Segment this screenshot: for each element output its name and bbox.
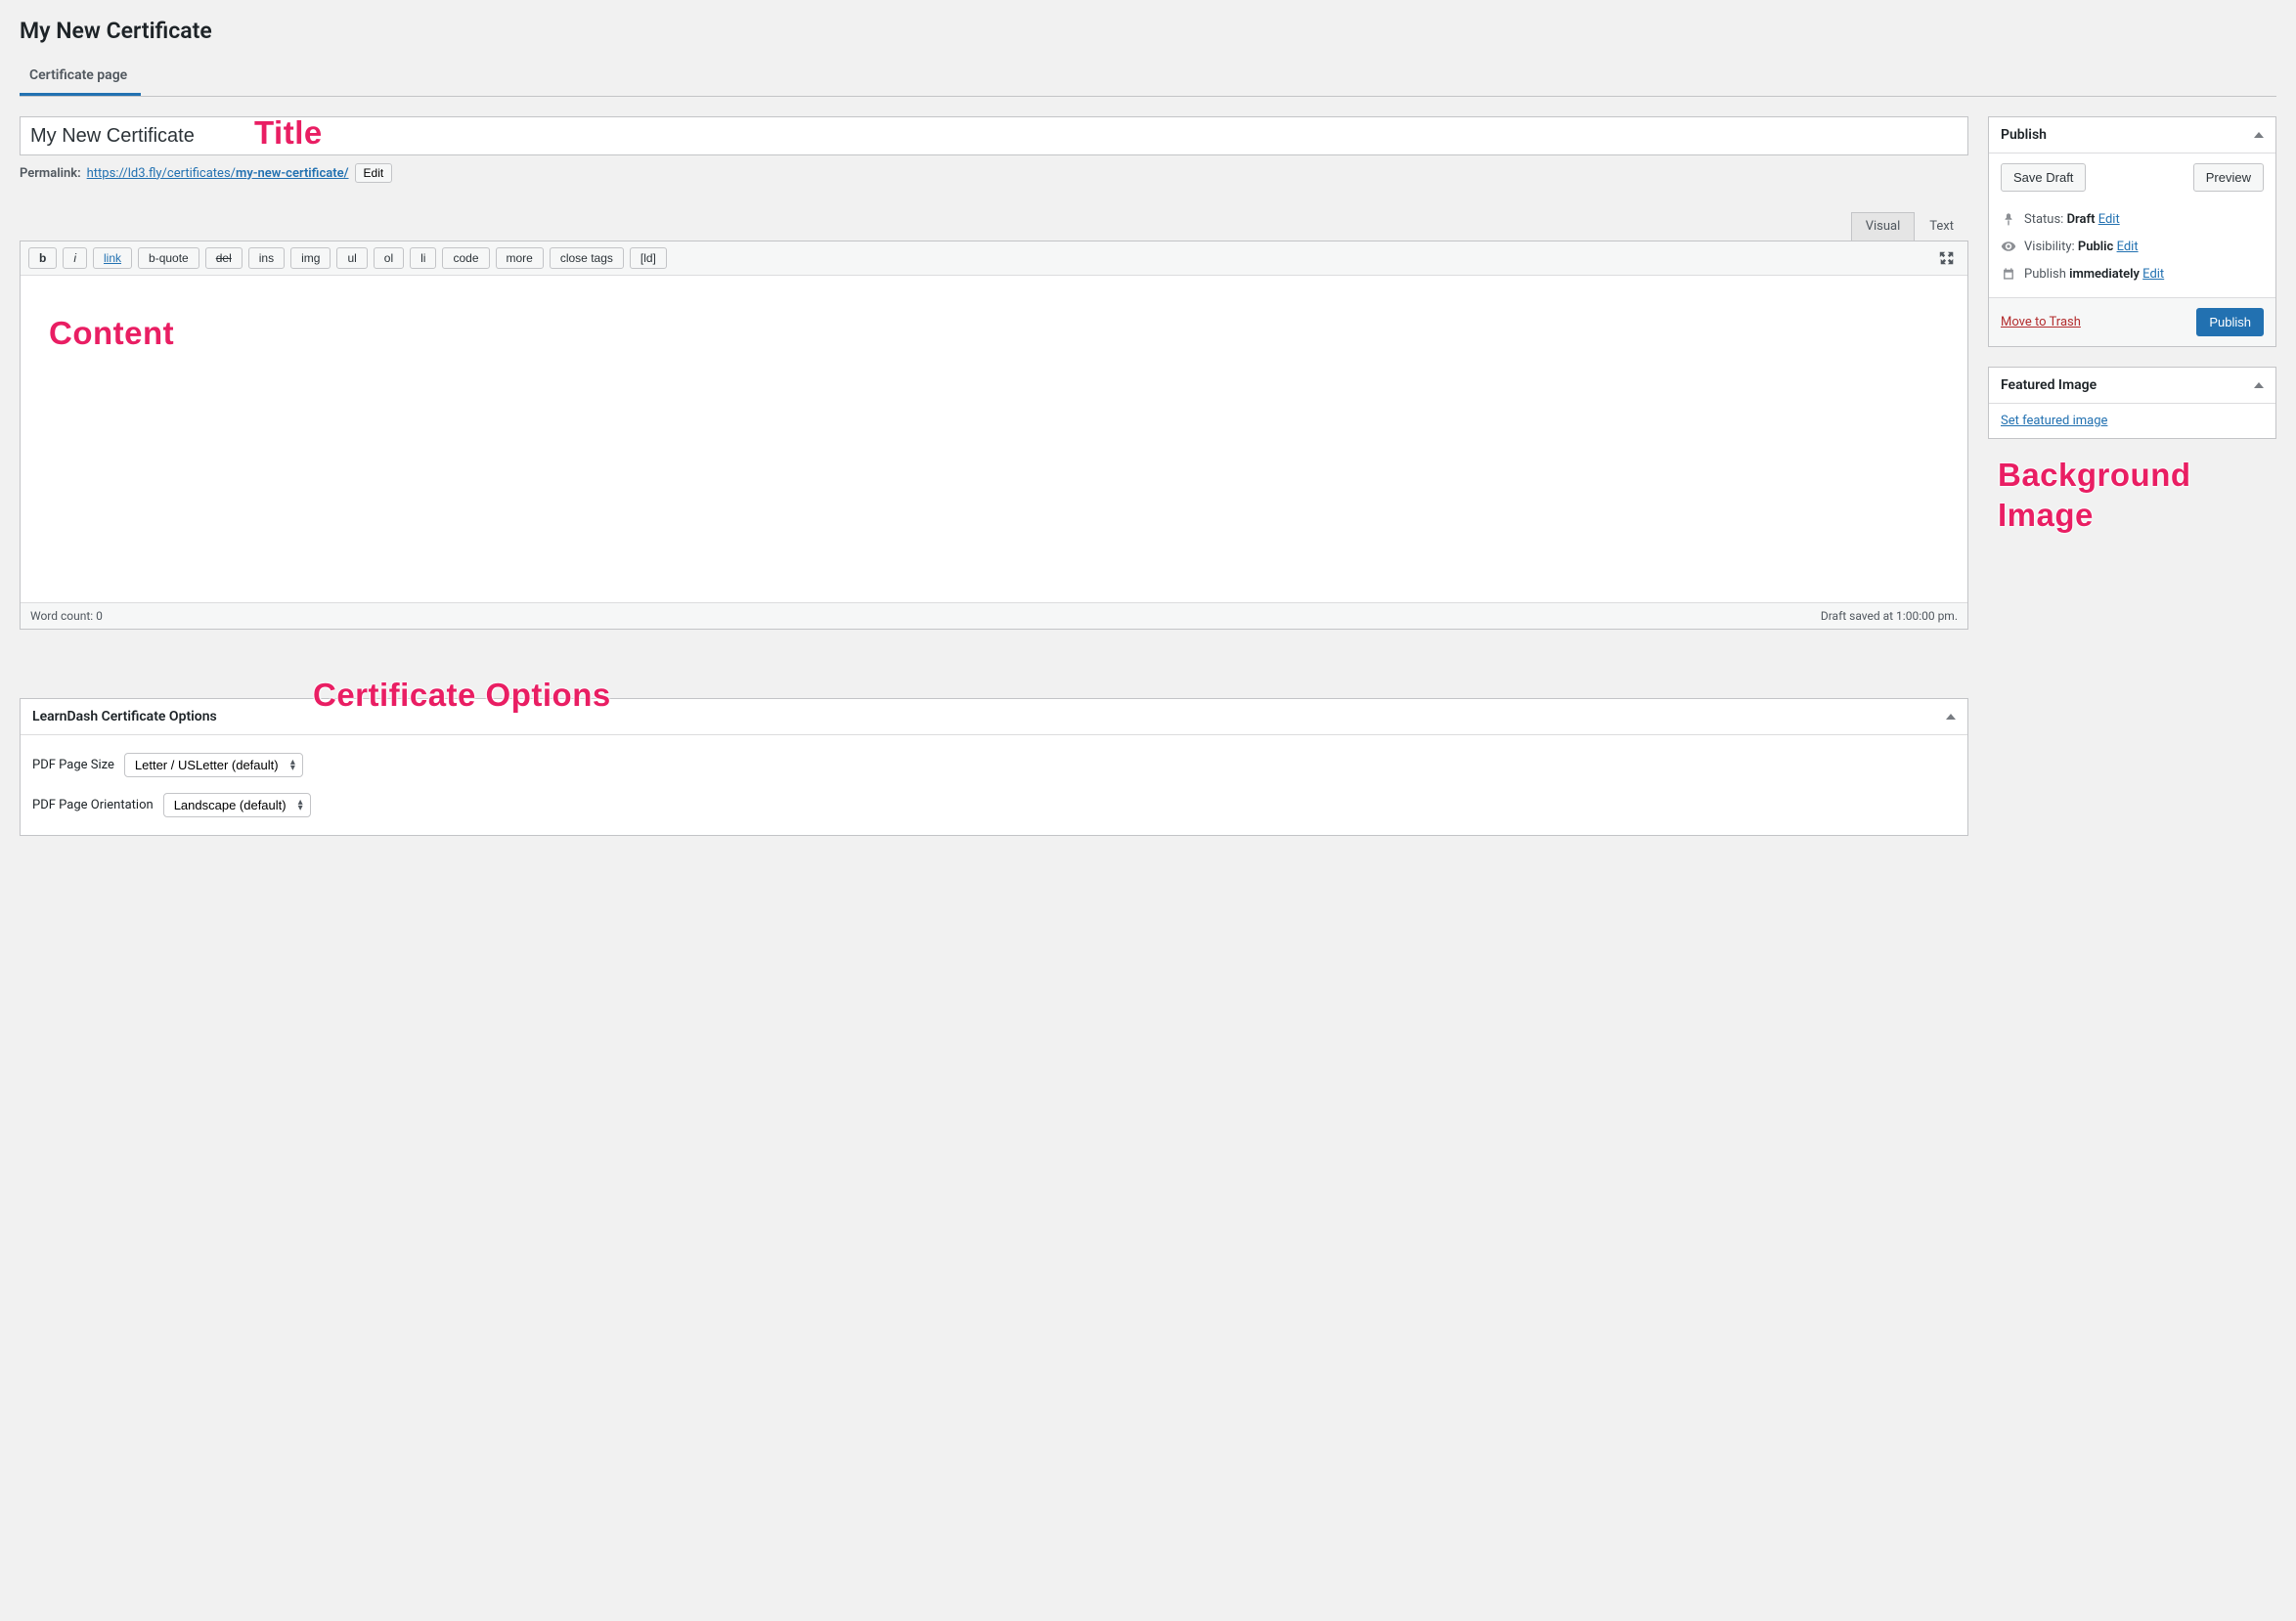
status-label: Status:: [2024, 212, 2063, 227]
featured-image-header[interactable]: Featured Image: [1989, 368, 2275, 404]
qt-bquote-button[interactable]: b-quote: [138, 247, 199, 269]
qt-more-button[interactable]: more: [496, 247, 544, 269]
calendar-icon: [2001, 266, 2016, 282]
edit-status-link[interactable]: Edit: [2098, 212, 2120, 227]
pdf-page-size-select[interactable]: Letter / USLetter (default): [124, 753, 303, 777]
qt-li-button[interactable]: li: [410, 247, 436, 269]
draft-saved-time: Draft saved at 1:00:00 pm.: [1821, 609, 1958, 623]
qt-ld-button[interactable]: [ld]: [630, 247, 667, 269]
edit-visibility-link[interactable]: Edit: [2117, 240, 2139, 254]
pdf-orientation-select[interactable]: Landscape (default): [163, 793, 311, 817]
save-draft-button[interactable]: Save Draft: [2001, 163, 2086, 192]
chevron-up-icon: [2254, 382, 2264, 388]
tab-certificate-page[interactable]: Certificate page: [20, 58, 141, 96]
publish-box: Publish Save Draft Preview Status:: [1988, 116, 2276, 347]
schedule-label: Publish: [2024, 267, 2066, 282]
preview-button[interactable]: Preview: [2193, 163, 2264, 192]
eye-icon: [2001, 239, 2016, 254]
permalink-link[interactable]: https://ld3.fly/certificates/my-new-cert…: [87, 166, 349, 181]
visibility-value: Public: [2078, 240, 2113, 254]
schedule-value: immediately: [2069, 267, 2140, 282]
fullscreen-icon[interactable]: [1938, 249, 1956, 267]
annotation-bg-image: Background Image: [1998, 455, 2191, 536]
chevron-up-icon: [2254, 132, 2264, 138]
edit-permalink-button[interactable]: Edit: [355, 163, 393, 183]
permalink-slug: my-new-certificate/: [236, 166, 348, 181]
qt-ul-button[interactable]: ul: [336, 247, 367, 269]
page-title: My New Certificate: [20, 18, 2276, 44]
qt-img-button[interactable]: img: [290, 247, 331, 269]
pdf-orientation-label: PDF Page Orientation: [32, 798, 154, 812]
qt-code-button[interactable]: code: [442, 247, 489, 269]
featured-image-box: Featured Image Set featured image: [1988, 367, 2276, 439]
cert-options-title: LearnDash Certificate Options: [32, 709, 217, 724]
publish-button[interactable]: Publish: [2196, 308, 2264, 336]
status-value: Draft: [2067, 212, 2096, 227]
editor-tab-visual[interactable]: Visual: [1851, 212, 1916, 241]
content-editor[interactable]: [21, 276, 1967, 598]
set-featured-image-link[interactable]: Set featured image: [2001, 414, 2107, 428]
publish-header[interactable]: Publish: [1989, 117, 2275, 153]
cert-options-header[interactable]: LearnDash Certificate Options: [21, 699, 1967, 735]
visibility-label: Visibility:: [2024, 240, 2075, 254]
title-input[interactable]: [20, 116, 1968, 155]
qt-italic-button[interactable]: i: [63, 247, 87, 269]
permalink-label: Permalink:: [20, 166, 81, 181]
pdf-page-size-label: PDF Page Size: [32, 758, 114, 772]
move-to-trash-link[interactable]: Move to Trash: [2001, 315, 2081, 329]
qt-ins-button[interactable]: ins: [248, 247, 285, 269]
qt-bold-button[interactable]: b: [28, 247, 57, 269]
chevron-up-icon: [1946, 714, 1956, 720]
qt-close-tags-button[interactable]: close tags: [550, 247, 624, 269]
publish-title: Publish: [2001, 127, 2047, 143]
qt-del-button[interactable]: del: [205, 247, 243, 269]
pin-icon: [2001, 211, 2016, 227]
qt-ol-button[interactable]: ol: [374, 247, 404, 269]
qt-link-button[interactable]: link: [93, 247, 132, 269]
nav-tab-wrapper: Certificate page: [20, 58, 2276, 97]
word-count: Word count: 0: [30, 609, 103, 623]
edit-schedule-link[interactable]: Edit: [2142, 267, 2164, 282]
editor-container: b i link b-quote del ins img ul ol li co…: [20, 241, 1968, 630]
permalink-base: https://ld3.fly/certificates/: [87, 166, 236, 181]
featured-image-title: Featured Image: [2001, 377, 2097, 393]
editor-tab-text[interactable]: Text: [1915, 212, 1968, 241]
